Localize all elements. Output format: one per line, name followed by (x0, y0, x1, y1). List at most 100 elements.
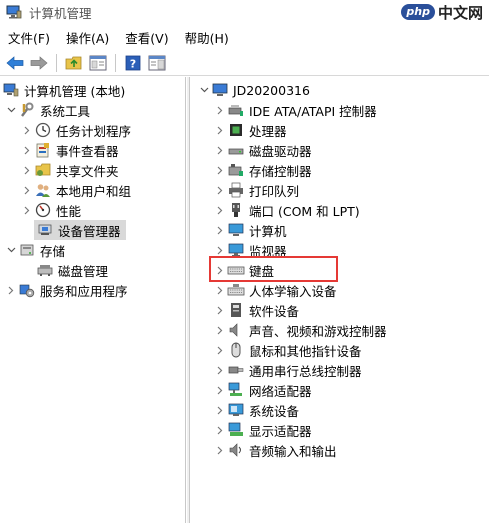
processor-icon (227, 122, 245, 138)
menu-file[interactable]: 文件(F) (0, 28, 58, 47)
chevron-right-icon[interactable] (213, 180, 227, 200)
tree-item-system-tools[interactable]: 系统工具 (4, 100, 90, 120)
device-category-usb[interactable]: 通用串行总线控制器 (213, 360, 362, 380)
chevron-right-icon[interactable] (213, 220, 227, 240)
device-category-hid[interactable]: 人体学输入设备 (213, 280, 337, 300)
tree-item-services-applications[interactable]: 服务和应用程序 (4, 280, 128, 300)
chevron-right-icon[interactable] (213, 280, 227, 300)
device-category-storage-controller[interactable]: 存储控制器 (213, 160, 312, 180)
device-category-ide[interactable]: IDE ATA/ATAPI 控制器 (213, 100, 377, 120)
performance-icon (34, 202, 52, 218)
tree-item-label: 性能 (56, 203, 82, 219)
device-category-label: 声音、视频和游戏控制器 (249, 323, 387, 339)
chevron-right-icon[interactable] (213, 420, 227, 440)
device-category-network[interactable]: 网络适配器 (213, 380, 312, 400)
chevron-right-icon[interactable] (20, 200, 34, 220)
chevron-right-icon[interactable] (20, 160, 34, 180)
chevron-right-icon[interactable] (4, 280, 18, 300)
ide-controller-icon (227, 102, 245, 118)
chevron-right-icon[interactable] (20, 140, 34, 160)
network-adapter-icon (227, 382, 245, 398)
device-tree-root[interactable]: JD20200316 (197, 80, 310, 100)
chevron-right-icon[interactable] (213, 320, 227, 340)
back-button[interactable] (4, 53, 26, 73)
tree-item-label: 存储 (40, 243, 66, 259)
chevron-right-icon[interactable] (213, 100, 227, 120)
tree-item-label: 共享文件夹 (56, 163, 119, 179)
chevron-right-icon[interactable] (213, 440, 227, 460)
chevron-right-icon[interactable] (213, 140, 227, 160)
window-title: 计算机管理 (29, 5, 92, 21)
tools-icon (18, 102, 36, 118)
chevron-down-icon[interactable] (197, 80, 211, 100)
chevron-down-icon[interactable] (4, 240, 18, 260)
help-button[interactable]: ? (122, 53, 144, 73)
tree-item-local-users[interactable]: 本地用户和组 (20, 180, 131, 200)
watermark-text: 中文网 (437, 3, 483, 22)
chevron-right-icon[interactable] (213, 360, 227, 380)
tree-item-event-viewer[interactable]: 事件查看器 (20, 140, 119, 160)
console-tree-icon (89, 55, 107, 70)
users-icon (34, 182, 52, 198)
device-category-mouse[interactable]: 鼠标和其他指针设备 (213, 340, 362, 360)
device-category-label: 网络适配器 (249, 383, 312, 399)
device-category-ports[interactable]: 端口 (COM 和 LPT) (213, 200, 360, 220)
device-category-label: 打印队列 (249, 183, 300, 199)
device-category-display[interactable]: 显示适配器 (213, 420, 312, 440)
tree-item-disk-management[interactable]: 磁盘管理 (36, 260, 108, 280)
storage-icon (18, 242, 36, 258)
pane-splitter[interactable] (187, 77, 190, 523)
device-category-label: 磁盘驱动器 (249, 143, 312, 159)
chevron-right-icon[interactable] (213, 400, 227, 420)
device-category-computer[interactable]: 计算机 (213, 220, 287, 240)
chevron-right-icon[interactable] (213, 120, 227, 140)
up-folder-button[interactable] (63, 53, 85, 73)
chevron-right-icon[interactable] (20, 180, 34, 200)
forward-button[interactable] (28, 53, 50, 73)
tree-item-computer-management[interactable]: 计算机管理 (本地) (2, 80, 125, 100)
tree-item-storage[interactable]: 存储 (4, 240, 65, 260)
chevron-right-icon[interactable] (213, 200, 227, 220)
device-category-label: 人体学输入设备 (249, 283, 337, 299)
tree-item-label: 磁盘管理 (58, 263, 109, 279)
device-category-processor[interactable]: 处理器 (213, 120, 287, 140)
hid-icon (227, 282, 245, 298)
chevron-right-icon[interactable] (213, 340, 227, 360)
chevron-down-icon[interactable] (4, 100, 18, 120)
chevron-right-icon[interactable] (213, 300, 227, 320)
usb-icon (227, 362, 245, 378)
menu-view[interactable]: 查看(V) (117, 28, 176, 47)
display-adapter-icon (227, 422, 245, 438)
device-category-label: 鼠标和其他指针设备 (249, 343, 362, 359)
chevron-right-icon[interactable] (213, 160, 227, 180)
shared-folder-icon (34, 162, 52, 178)
computer-management-icon (6, 5, 22, 19)
tree-item-label: 计算机管理 (本地) (24, 83, 126, 99)
properties-view-button[interactable] (146, 53, 168, 73)
menu-help[interactable]: 帮助(H) (177, 28, 237, 47)
device-category-disk-drive[interactable]: 磁盘驱动器 (213, 140, 312, 160)
console-tree-pane: 计算机管理 (本地) 系统工具 任务计划程序 事件查看器 共享文件夹 本地用户和… (0, 77, 186, 523)
toolbar-separator (115, 53, 116, 72)
chevron-right-icon[interactable] (213, 380, 227, 400)
device-category-label: 软件设备 (249, 303, 300, 319)
tree-item-shared-folders[interactable]: 共享文件夹 (20, 160, 119, 180)
device-category-label: 存储控制器 (249, 163, 312, 179)
device-manager-icon (36, 222, 54, 238)
chevron-right-icon[interactable] (20, 120, 34, 140)
show-tree-button[interactable] (87, 53, 109, 73)
device-category-system[interactable]: 系统设备 (213, 400, 299, 420)
device-category-label: 音频输入和输出 (249, 443, 337, 459)
tree-item-device-manager[interactable]: 设备管理器 (34, 220, 126, 240)
tree-item-task-scheduler[interactable]: 任务计划程序 (20, 120, 131, 140)
device-category-sound[interactable]: 声音、视频和游戏控制器 (213, 320, 387, 340)
device-category-software[interactable]: 软件设备 (213, 300, 299, 320)
device-category-print-queue[interactable]: 打印队列 (213, 180, 299, 200)
help-icon: ? (125, 55, 141, 70)
device-category-audio-io[interactable]: 音频输入和输出 (213, 440, 337, 460)
keyboard-highlight-box (209, 256, 338, 282)
device-category-label: 系统设备 (249, 403, 300, 419)
tree-item-performance[interactable]: 性能 (20, 200, 81, 220)
menu-action[interactable]: 操作(A) (58, 28, 117, 47)
tree-item-label: 事件查看器 (56, 143, 119, 159)
